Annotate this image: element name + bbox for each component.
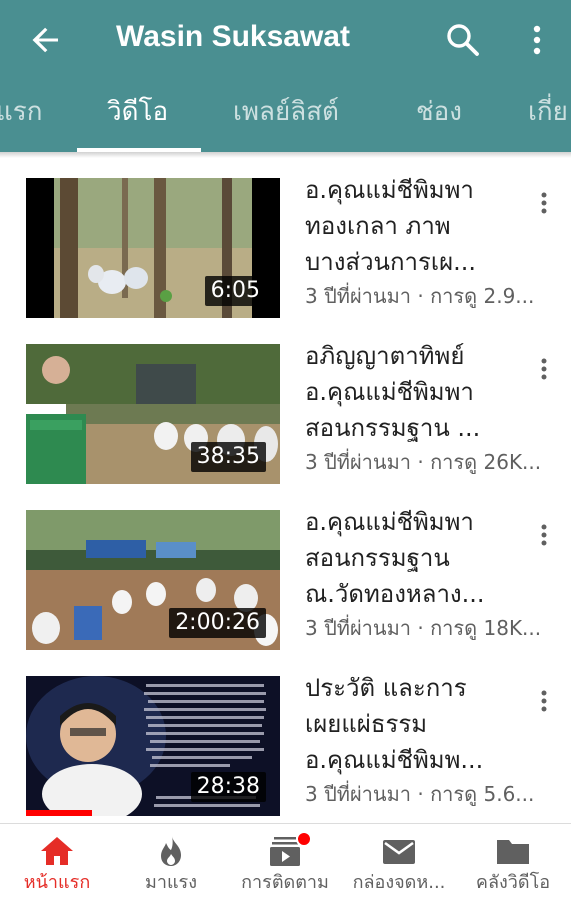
watch-progress-bar: [26, 810, 93, 816]
video-menu-button[interactable]: [532, 520, 556, 550]
mail-icon: [383, 840, 415, 864]
search-button[interactable]: [443, 20, 483, 60]
video-title[interactable]: อ.คุณแม่ชีพิมพา สอนกรรมฐาน ณ.วัดทองหลาง.…: [305, 504, 517, 612]
nav-inbox[interactable]: กล่องจดห...: [342, 824, 456, 901]
video-title-line: ทองเกลา ภาพ: [305, 212, 451, 240]
back-arrow-icon: [32, 27, 58, 53]
nav-trending[interactable]: มาแรง: [114, 824, 228, 901]
video-title[interactable]: อภิญญาตาทิพย์ อ.คุณแม่ชีพิมพา สอนกรรมฐาน…: [305, 338, 517, 446]
more-options-button[interactable]: [520, 20, 554, 60]
video-title-line: อ.คุณแม่ชีพิมพา: [305, 176, 474, 204]
channel-tabs: แรก วิดีโอ เพลย์ลิสต์ ช่อง เกี่ย: [0, 78, 571, 152]
video-title[interactable]: อ.คุณแม่ชีพิมพา ทองเกลา ภาพ บางส่วนการเผ…: [305, 172, 517, 280]
tab-home[interactable]: แรก: [0, 92, 42, 132]
tab-about[interactable]: เกี่ย: [528, 92, 568, 132]
video-duration: 38:35: [190, 442, 266, 472]
video-menu-button[interactable]: [532, 188, 556, 218]
video-thumbnail[interactable]: 38:35: [26, 344, 280, 484]
video-duration: 6:05: [204, 276, 266, 306]
video-title-line: เผยแผ่ธรรม: [305, 710, 428, 738]
notification-badge: [296, 831, 312, 847]
tab-channels[interactable]: ช่อง: [416, 92, 462, 132]
search-icon: [447, 24, 479, 56]
video-meta: 3 ปีที่ผ่านมา · การดู 18K...: [305, 616, 542, 640]
video-meta: 3 ปีที่ผ่านมา · การดู 5.6...: [305, 782, 535, 806]
video-title[interactable]: ประวัติ และการ เผยแผ่ธรรม อ.คุณแม่ชีพิมพ…: [305, 670, 517, 778]
flame-icon: [161, 836, 181, 866]
video-meta: 3 ปีที่ผ่านมา · การดู 2.9...: [305, 284, 535, 308]
more-vertical-icon: [541, 690, 547, 712]
nav-label: หน้าแรก: [23, 872, 91, 893]
video-title-line: ณ.วัดทองหลาง...: [305, 580, 485, 608]
more-vertical-icon: [541, 192, 547, 214]
video-menu-button[interactable]: [532, 354, 556, 384]
video-list-item[interactable]: 2:00:26 อ.คุณแม่ชีพิมพา สอนกรรมฐาน ณ.วัด…: [0, 508, 571, 670]
video-title-line: อ.คุณแม่ชีพิมพา: [305, 378, 474, 406]
video-thumbnail[interactable]: 2:00:26: [26, 510, 280, 650]
video-title-line: ประวัติ และการ: [305, 674, 467, 702]
app-bar: Wasin Suksawat แรก วิดีโอ เพลย์ลิสต์ ช่อ…: [0, 0, 571, 152]
video-thumbnail[interactable]: 6:05: [26, 178, 280, 318]
back-button[interactable]: [26, 20, 66, 60]
more-vertical-icon: [541, 358, 547, 380]
video-menu-button[interactable]: [532, 686, 556, 716]
video-list-item[interactable]: 38:35 อภิญญาตาทิพย์ อ.คุณแม่ชีพิมพา สอนก…: [0, 342, 571, 504]
video-title-line: สอนกรรมฐาน: [305, 544, 450, 572]
bottom-navigation: หน้าแรก มาแรง การติดตาม กล่องจดห... คลัง…: [0, 823, 571, 901]
video-thumbnail[interactable]: 28:38: [26, 676, 280, 816]
nav-subscriptions[interactable]: การติดตาม: [228, 824, 342, 901]
video-title-line: อ.คุณแม่ชีพิมพา: [305, 508, 474, 536]
more-vertical-icon: [541, 524, 547, 546]
video-duration: 2:00:26: [169, 608, 266, 638]
video-title-line: บางส่วนการเผ...: [305, 248, 477, 276]
nav-home[interactable]: หน้าแรก: [0, 824, 114, 901]
nav-label: มาแรง: [144, 872, 198, 893]
nav-label: การติดตาม: [241, 872, 329, 893]
more-vertical-icon: [533, 25, 541, 55]
channel-title: Wasin Suksawat: [116, 20, 350, 53]
nav-label: กล่องจดห...: [352, 872, 446, 893]
app-bar-shadow: [0, 152, 571, 158]
video-title-line: สอนกรรมฐาน ...: [305, 414, 481, 442]
tab-videos[interactable]: วิดีโอ: [107, 92, 168, 132]
video-list-item[interactable]: 28:38 ประวัติ และการ เผยแผ่ธรรม อ.คุณแม่…: [0, 674, 571, 836]
nav-label: คลังวิดีโอ: [475, 872, 551, 893]
video-duration: 28:38: [190, 772, 266, 802]
video-title-line: อภิญญาตาทิพย์: [305, 342, 465, 370]
video-meta: 3 ปีที่ผ่านมา · การดู 26K...: [305, 450, 542, 474]
nav-library[interactable]: คลังวิดีโอ: [456, 824, 570, 901]
video-title-line: อ.คุณแม่ชีพิมพ...: [305, 746, 484, 774]
tab-playlists[interactable]: เพลย์ลิสต์: [233, 92, 339, 132]
toolbar: Wasin Suksawat: [0, 0, 571, 78]
video-list-item[interactable]: 6:05 อ.คุณแม่ชีพิมพา ทองเกลา ภาพ บางส่วน…: [0, 176, 571, 338]
home-icon: [41, 837, 73, 865]
folder-icon: [497, 840, 529, 864]
